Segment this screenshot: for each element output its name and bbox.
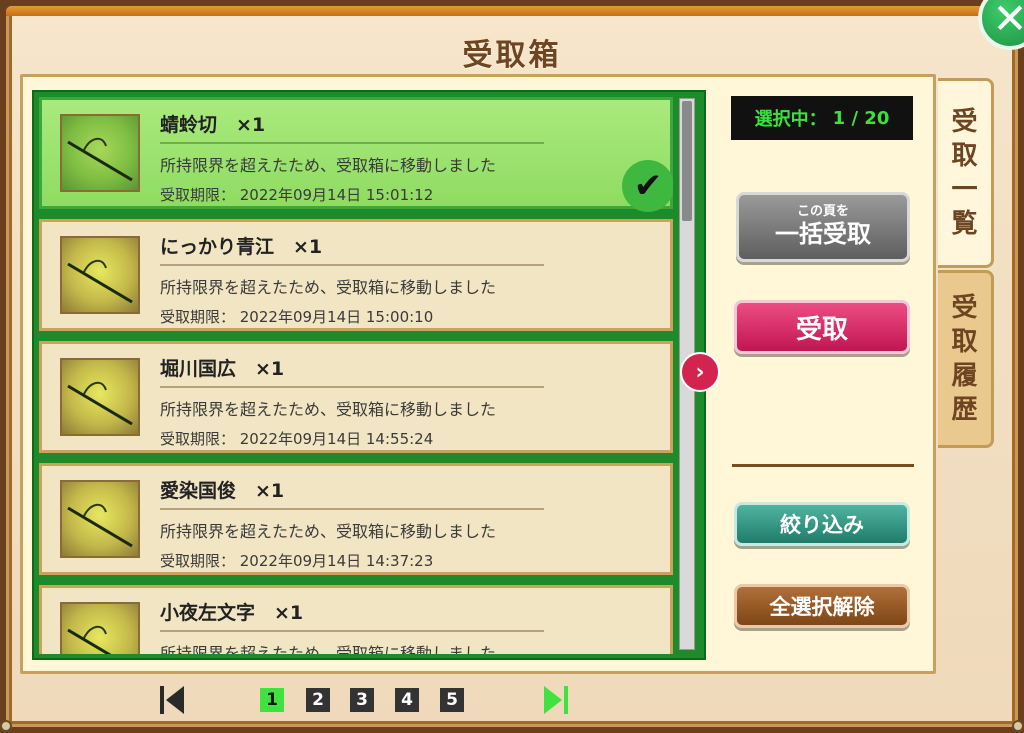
selection-value: 1 / 20 xyxy=(832,107,890,129)
tab-receive-history[interactable]: 受 取 履 歴 xyxy=(938,270,994,448)
pagination: 1 2 3 4 5 xyxy=(150,684,590,718)
tab-char: 受 xyxy=(951,107,978,137)
bulk-receive-caption: この頁を xyxy=(796,204,849,219)
filter-label: 絞り込み xyxy=(780,512,864,537)
deselect-all-label: 全選択解除 xyxy=(769,594,875,619)
button-divider xyxy=(732,464,914,467)
close-icon: ✕ xyxy=(992,0,1024,43)
corner-rivet xyxy=(0,720,12,732)
item-name: 愛染国俊 ×1 xyxy=(160,480,285,502)
page-button[interactable]: 2 xyxy=(306,688,330,712)
item-description: 所持限界を超えたため、受取箱に移動しました xyxy=(160,156,497,175)
list-item[interactable]: 愛染国俊 ×1 所持限界を超えたため、受取箱に移動しました 受取期限： 2022… xyxy=(39,463,673,575)
bulk-receive-button[interactable]: この頁を 一括受取 xyxy=(736,192,910,262)
sword-icon xyxy=(67,137,133,182)
item-description: 所持限界を超えたため、受取箱に移動しました xyxy=(160,278,497,297)
tab-char: 一 xyxy=(951,175,978,205)
item-name: 小夜左文字 ×1 xyxy=(160,602,304,624)
next-item-button[interactable]: › xyxy=(680,352,720,392)
item-deadline: 受取期限： 2022年09月14日 15:01:12 xyxy=(160,186,434,204)
list-item[interactable]: にっかり青江 ×1 所持限界を超えたため、受取箱に移動しました 受取期限： 20… xyxy=(39,219,673,331)
selection-counter: 選択中： 1 / 20 xyxy=(731,96,913,140)
list-item[interactable]: 堀川国広 ×1 所持限界を超えたため、受取箱に移動しました 受取期限： 2022… xyxy=(39,341,673,453)
filter-button[interactable]: 絞り込み xyxy=(734,502,910,546)
sword-icon xyxy=(67,259,133,304)
item-name: にっかり青江 ×1 xyxy=(160,236,323,258)
list-item[interactable]: 小夜左文字 ×1 所持限界を超えたため、受取箱に移動しました xyxy=(39,585,673,654)
last-page-icon[interactable] xyxy=(542,684,570,716)
sword-thumbnail xyxy=(60,602,140,654)
sword-thumbnail xyxy=(60,114,140,192)
item-description: 所持限界を超えたため、受取箱に移動しました xyxy=(160,522,497,541)
item-deadline: 受取期限： 2022年09月14日 14:55:24 xyxy=(160,430,434,448)
divider xyxy=(160,508,544,510)
item-name: 蜻蛉切 ×1 xyxy=(160,114,266,136)
list-item[interactable]: 蜻蛉切 ×1 所持限界を超えたため、受取箱に移動しました 受取期限： 2022年… xyxy=(39,97,673,212)
tab-char: 受 xyxy=(951,293,978,323)
window-title: 受取箱 xyxy=(462,38,562,73)
bulk-receive-label: 一括受取 xyxy=(775,219,871,248)
sword-icon xyxy=(67,625,112,654)
deselect-all-button[interactable]: 全選択解除 xyxy=(734,584,910,628)
chevron-right-icon: › xyxy=(695,359,705,385)
divider xyxy=(160,142,544,144)
receive-button[interactable]: 受取 xyxy=(734,300,910,354)
receive-label: 受取 xyxy=(795,314,848,345)
corner-rivet xyxy=(1012,720,1024,732)
divider xyxy=(160,630,544,632)
page-button[interactable]: 3 xyxy=(350,688,374,712)
item-name: 堀川国広 ×1 xyxy=(160,358,285,380)
item-deadline: 受取期限： 2022年09月14日 15:00:10 xyxy=(160,308,434,326)
divider xyxy=(160,264,544,266)
page-button[interactable]: 5 xyxy=(440,688,464,712)
tab-char: 履 xyxy=(951,361,978,391)
page-button[interactable]: 1 xyxy=(260,688,284,712)
page-button[interactable]: 4 xyxy=(395,688,419,712)
item-list: 蜻蛉切 ×1 所持限界を超えたため、受取箱に移動しました 受取期限： 2022年… xyxy=(32,90,706,660)
item-deadline: 受取期限： 2022年09月14日 14:37:23 xyxy=(160,552,434,570)
tab-receive-list[interactable]: 受 取 一 覧 xyxy=(938,78,994,268)
item-list-viewport: 蜻蛉切 ×1 所持限界を超えたため、受取箱に移動しました 受取期限： 2022年… xyxy=(39,97,673,654)
sword-thumbnail xyxy=(60,236,140,314)
sword-icon xyxy=(67,381,133,426)
tab-char: 取 xyxy=(951,141,978,171)
first-page-icon[interactable] xyxy=(158,684,186,716)
sword-icon xyxy=(67,503,133,548)
divider xyxy=(160,386,544,388)
sword-thumbnail xyxy=(60,358,140,436)
check-icon: ✔ xyxy=(622,160,673,212)
tab-char: 取 xyxy=(951,327,978,357)
tab-char: 覧 xyxy=(951,209,978,239)
sword-thumbnail xyxy=(60,480,140,558)
item-description: 所持限界を超えたため、受取箱に移動しました xyxy=(160,400,497,419)
selection-label: 選択中： xyxy=(754,109,827,130)
scrollbar-thumb[interactable] xyxy=(682,101,692,221)
tab-char: 歴 xyxy=(951,395,978,425)
item-description: 所持限界を超えたため、受取箱に移動しました xyxy=(160,644,497,654)
